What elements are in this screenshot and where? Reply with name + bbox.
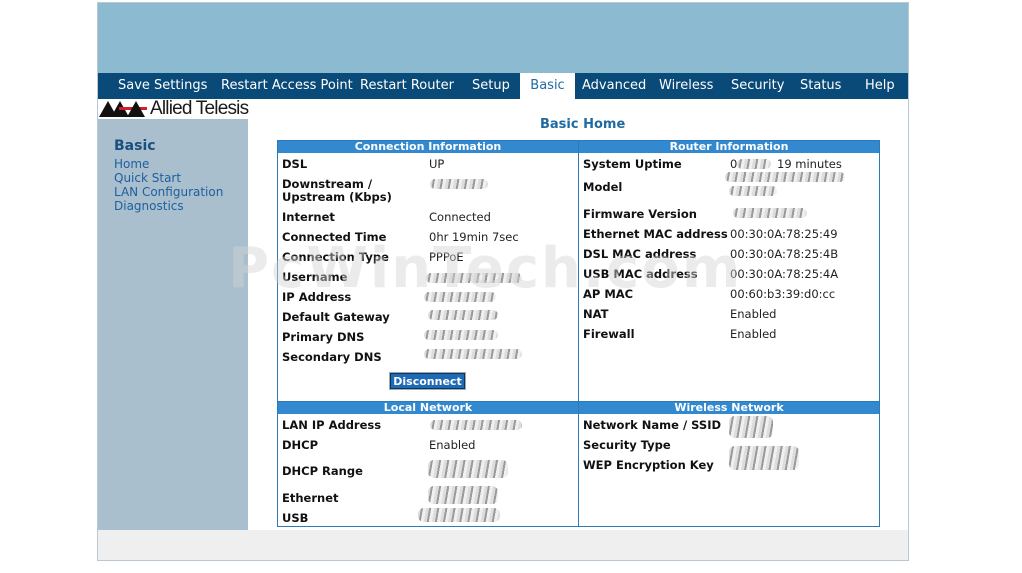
top-nav-bar: Save Settings Restart Access Point Resta… bbox=[98, 73, 908, 99]
ethernet-mac-value: 00:30:0A:78:25:49 bbox=[730, 227, 838, 241]
usb-label: USB bbox=[282, 511, 309, 525]
router-info-header: Router Information bbox=[579, 141, 879, 153]
firmware-version-label: Firmware Version bbox=[583, 207, 697, 221]
footer-bar bbox=[98, 530, 908, 560]
default-gateway-label: Default Gateway bbox=[282, 310, 390, 324]
dsl-mac-value: 00:30:0A:78:25:4B bbox=[730, 247, 839, 261]
firewall-value: Enabled bbox=[730, 327, 777, 341]
redacted-primary-dns-value bbox=[424, 330, 498, 340]
sidebar-title: Basic bbox=[114, 138, 156, 154]
redacted-model-value bbox=[725, 172, 845, 182]
wireless-network-header: Wireless Network bbox=[579, 402, 879, 414]
ssid-label: Network Name / SSID bbox=[583, 418, 722, 432]
nav-help[interactable]: Help bbox=[865, 73, 895, 99]
dhcp-value: Enabled bbox=[429, 438, 476, 452]
primary-dns-label: Primary DNS bbox=[282, 330, 365, 344]
dsl-mac-label: DSL MAC address bbox=[583, 247, 697, 261]
connection-info-panel: Connection Information DSL UP Downstream… bbox=[277, 140, 579, 402]
firewall-label: Firewall bbox=[583, 327, 635, 341]
local-network-panel: Local Network LAN IP Address DHCP Enable… bbox=[277, 401, 579, 527]
upstream-label: Upstream (Kbps) bbox=[282, 190, 392, 204]
logo-text: Allied Telesis bbox=[150, 98, 249, 119]
wep-key-label: WEP Encryption Key bbox=[583, 458, 714, 472]
header-banner bbox=[98, 3, 908, 73]
local-network-header: Local Network bbox=[278, 402, 578, 414]
ethernet-label: Ethernet bbox=[282, 491, 339, 505]
redacted-dhcp-range-value bbox=[428, 460, 508, 478]
username-label: Username bbox=[282, 270, 348, 284]
logo-mark-icon bbox=[99, 101, 147, 117]
connected-time-value: 0hr 19min 7sec bbox=[429, 230, 519, 244]
connection-info-header: Connection Information bbox=[278, 141, 578, 153]
dsl-label: DSL bbox=[282, 157, 308, 171]
internet-label: Internet bbox=[282, 210, 335, 224]
sidebar-link-lan-configuration[interactable]: LAN Configuration bbox=[114, 185, 223, 199]
nav-security[interactable]: Security bbox=[731, 73, 784, 99]
redacted-wep-key-value bbox=[729, 446, 799, 470]
secondary-dns-label: Secondary DNS bbox=[282, 350, 382, 364]
redacted-firmware-value bbox=[733, 208, 807, 218]
redacted-downstream-value bbox=[430, 179, 488, 189]
ap-mac-label: AP MAC bbox=[583, 287, 634, 301]
dsl-value: UP bbox=[429, 157, 445, 171]
redacted-usb-value bbox=[418, 508, 500, 522]
ip-address-label: IP Address bbox=[282, 290, 352, 304]
sidebar-link-home[interactable]: Home bbox=[114, 157, 149, 171]
connection-type-value: PPPoE bbox=[429, 250, 464, 264]
redacted-ssid-value bbox=[729, 416, 773, 438]
dhcp-label: DHCP bbox=[282, 438, 319, 452]
sidebar-link-diagnostics[interactable]: Diagnostics bbox=[114, 199, 184, 213]
connection-type-label: Connection Type bbox=[282, 250, 389, 264]
redacted-username-value bbox=[426, 273, 522, 283]
nat-label: NAT bbox=[583, 307, 609, 321]
redacted-model-value-line2 bbox=[729, 186, 777, 196]
nav-wireless[interactable]: Wireless bbox=[659, 73, 713, 99]
nav-status[interactable]: Status bbox=[800, 73, 841, 99]
usb-mac-value: 00:30:0A:78:25:4A bbox=[730, 267, 839, 281]
nav-restart-router[interactable]: Restart Router bbox=[360, 73, 454, 99]
usb-mac-label: USB MAC address bbox=[583, 267, 698, 281]
redacted-lan-ip-value bbox=[430, 420, 522, 430]
nav-advanced[interactable]: Advanced bbox=[582, 73, 646, 99]
sidebar: Basic Home Quick Start LAN Configuration… bbox=[98, 119, 248, 530]
nav-save-settings[interactable]: Save Settings bbox=[118, 73, 207, 99]
nav-restart-access-point[interactable]: Restart Access Point bbox=[221, 73, 353, 99]
nat-value: Enabled bbox=[730, 307, 777, 321]
system-uptime-value: 19 minutes bbox=[777, 157, 842, 171]
redacted-gateway-value bbox=[428, 310, 498, 320]
router-page-frame: Save Settings Restart Access Point Resta… bbox=[97, 2, 909, 561]
sidebar-link-quick-start[interactable]: Quick Start bbox=[114, 171, 181, 185]
router-info-panel: Router Information System Uptime 0 19 mi… bbox=[578, 140, 880, 402]
system-uptime-label: System Uptime bbox=[583, 157, 682, 171]
ethernet-mac-label: Ethernet MAC address bbox=[583, 227, 728, 241]
nav-setup[interactable]: Setup bbox=[472, 73, 510, 99]
disconnect-button[interactable]: Disconnect bbox=[389, 372, 466, 390]
allied-telesis-logo: Allied Telesis bbox=[98, 98, 258, 119]
redacted-ip-address-value bbox=[424, 292, 496, 302]
model-label: Model bbox=[583, 180, 623, 194]
wireless-network-panel: Wireless Network Network Name / SSID Sec… bbox=[578, 401, 880, 527]
ap-mac-value: 00:60:b3:39:d0:cc bbox=[730, 287, 836, 301]
nav-basic[interactable]: Basic bbox=[520, 73, 575, 99]
connected-time-label: Connected Time bbox=[282, 230, 387, 244]
lan-ip-label: LAN IP Address bbox=[282, 418, 382, 432]
dhcp-range-label: DHCP Range bbox=[282, 464, 363, 478]
redacted-secondary-dns-value bbox=[424, 349, 522, 359]
page-title: Basic Home bbox=[540, 117, 626, 132]
security-type-label: Security Type bbox=[583, 438, 671, 452]
redacted-ethernet-value bbox=[428, 486, 498, 504]
redacted-uptime-hours bbox=[737, 159, 771, 169]
internet-value: Connected bbox=[429, 210, 491, 224]
